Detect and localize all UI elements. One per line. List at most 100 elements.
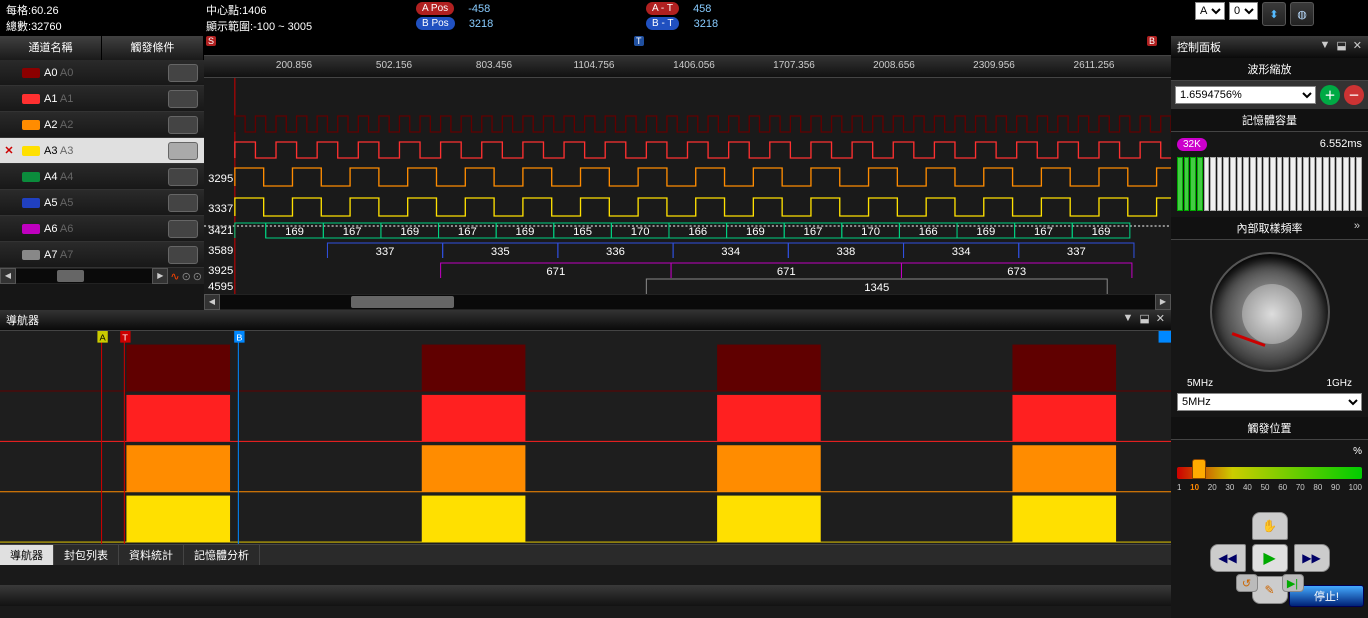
panel-pin-icon[interactable]: ⬓ xyxy=(1139,312,1149,328)
nav-step-button[interactable]: ▶| xyxy=(1282,574,1304,592)
channel-color-swatch[interactable] xyxy=(22,94,40,104)
svg-text:170: 170 xyxy=(631,226,650,238)
marker-t[interactable]: T xyxy=(634,36,644,46)
channel-row-A0[interactable]: A0 A0 xyxy=(0,60,204,86)
total-label: 總數: xyxy=(6,21,31,33)
channel-color-swatch[interactable] xyxy=(22,120,40,130)
channel-row-A2[interactable]: A2 A2 xyxy=(0,112,204,138)
nav-play-button[interactable]: ▶ xyxy=(1252,544,1288,572)
panel-close-icon[interactable]: ✕ xyxy=(1156,312,1165,328)
wave-mode-icon-3[interactable]: ⊙ xyxy=(193,270,202,283)
nav-prev-button[interactable]: ◀◀ xyxy=(1210,544,1246,572)
zoom-out-icon[interactable]: － xyxy=(1344,85,1364,105)
channel-trigger-button[interactable] xyxy=(168,220,198,238)
top-select-a[interactable]: A xyxy=(1195,2,1225,20)
wave-scroll-thumb[interactable] xyxy=(351,296,454,308)
bt-val: 3218 xyxy=(694,18,718,30)
marker-s[interactable]: S xyxy=(206,36,216,46)
per-div-label: 每格: xyxy=(6,5,31,17)
wave-scroll-left-icon[interactable]: ◀ xyxy=(204,294,220,310)
nav-reset-button[interactable]: ↺ xyxy=(1236,574,1258,592)
svg-text:336: 336 xyxy=(606,246,625,258)
channel-color-swatch[interactable] xyxy=(22,250,40,260)
channel-trigger-button[interactable] xyxy=(168,168,198,186)
per-div-val: 60.26 xyxy=(31,5,59,17)
frequency-dial[interactable] xyxy=(1210,252,1330,372)
svg-text:1345: 1345 xyxy=(864,282,889,294)
marker-icon-2[interactable]: ◍ xyxy=(1290,2,1314,26)
channel-color-swatch[interactable] xyxy=(22,224,40,234)
bpos-val[interactable]: 3218 xyxy=(469,18,493,30)
memory-bar[interactable] xyxy=(1177,157,1362,211)
trigger-position-slider[interactable] xyxy=(1177,467,1362,479)
svg-text:4595: 4595 xyxy=(208,281,233,293)
svg-text:169: 169 xyxy=(400,226,419,238)
channel-row-A7[interactable]: A7 A7 xyxy=(0,242,204,268)
nav-next-button[interactable]: ▶▶ xyxy=(1294,544,1330,572)
scroll-right-icon[interactable]: ▶ xyxy=(152,268,168,284)
svg-text:338: 338 xyxy=(836,246,855,258)
waveform-area[interactable]: S T B ▼ 200.856502.156803.4561104.756140… xyxy=(204,36,1171,310)
apos-val[interactable]: -458 xyxy=(468,3,490,15)
marker-b[interactable]: B xyxy=(1147,36,1157,46)
rp-close-icon[interactable]: ✕ xyxy=(1353,39,1362,55)
svg-text:337: 337 xyxy=(376,246,395,258)
scroll-left-icon[interactable]: ◀ xyxy=(0,268,16,284)
freq-select[interactable]: 5MHz xyxy=(1177,393,1362,411)
zoom-header: 波形縮放 xyxy=(1171,58,1368,81)
navigator-title: 導航器 xyxy=(6,312,39,328)
freq-header: 內部取樣頻率 xyxy=(1237,220,1303,236)
svg-text:335: 335 xyxy=(491,246,510,258)
channel-row-A5[interactable]: A5 A5 xyxy=(0,190,204,216)
channel-trigger-button[interactable] xyxy=(168,64,198,82)
rp-dropdown-icon[interactable]: ▼ xyxy=(1319,39,1330,55)
channel-row-A4[interactable]: A4 A4 xyxy=(0,164,204,190)
svg-text:B: B xyxy=(236,333,242,343)
svg-text:673: 673 xyxy=(1007,266,1026,278)
channel-trigger-button[interactable] xyxy=(168,116,198,134)
nav-tab-0[interactable]: 導航器 xyxy=(0,545,54,565)
navigator-canvas[interactable]: ATB xyxy=(0,331,1171,544)
svg-text:170: 170 xyxy=(861,226,880,238)
channel-trigger-button[interactable] xyxy=(168,90,198,108)
channel-row-A1[interactable]: A1 A1 xyxy=(0,86,204,112)
channel-trigger-button[interactable] xyxy=(168,246,198,264)
rp-pin-icon[interactable]: ⬓ xyxy=(1336,39,1346,55)
channel-color-swatch[interactable] xyxy=(22,198,40,208)
top-select-0[interactable]: 0 xyxy=(1229,2,1258,20)
nav-tab-1[interactable]: 封包列表 xyxy=(54,545,119,565)
wave-mode-icon-2[interactable]: ⊙ xyxy=(182,270,191,283)
wave-mode-icon-1[interactable]: ∿ xyxy=(170,270,179,283)
freq-expand-icon[interactable]: » xyxy=(1354,220,1360,236)
nav-tab-3[interactable]: 記憶體分析 xyxy=(184,545,260,565)
navigation-dial: ✋ ◀◀ ▶ ▶▶ ✎ ↺ ▶| xyxy=(1200,498,1340,618)
nav-up-button[interactable]: ✋ xyxy=(1252,512,1288,540)
panel-dropdown-icon[interactable]: ▼ xyxy=(1122,312,1133,328)
range-label: 顯示範圍: xyxy=(206,21,253,33)
bt-badge: B - T xyxy=(646,17,679,30)
trigger-slider-thumb[interactable] xyxy=(1192,459,1206,479)
center-label: 中心點: xyxy=(206,5,242,17)
nav-tab-2[interactable]: 資料統計 xyxy=(119,545,184,565)
channel-color-swatch[interactable] xyxy=(22,68,40,78)
svg-text:167: 167 xyxy=(804,226,823,238)
memory-badge: 32K xyxy=(1177,138,1207,151)
svg-text:169: 169 xyxy=(285,226,304,238)
marker-icon-1[interactable]: ⬍ xyxy=(1262,2,1286,26)
channel-trig-hdr: 觸發條件 xyxy=(102,36,204,60)
wave-scroll-right-icon[interactable]: ▶ xyxy=(1155,294,1171,310)
channel-trigger-button[interactable] xyxy=(168,142,198,160)
zoom-select[interactable]: 1.6594756% xyxy=(1175,86,1316,104)
channel-row-A3[interactable]: ✕A3 A3 xyxy=(0,138,204,164)
channel-color-swatch[interactable] xyxy=(22,146,40,156)
channel-row-A6[interactable]: A6 A6 xyxy=(0,216,204,242)
zoom-in-icon[interactable]: ＋ xyxy=(1320,85,1340,105)
channel-color-swatch[interactable] xyxy=(22,172,40,182)
navigator-panel: 導航器 ▼ ⬓ ✕ ATB 導航器封包列表資料統計記憶體分析 xyxy=(0,310,1171,565)
svg-text:166: 166 xyxy=(919,226,938,238)
scroll-thumb-h[interactable] xyxy=(57,270,84,282)
memory-time: 6.552ms xyxy=(1320,138,1362,151)
channel-delete-icon[interactable]: ✕ xyxy=(0,144,18,157)
status-bar: 停止! xyxy=(0,585,1368,606)
channel-trigger-button[interactable] xyxy=(168,194,198,212)
